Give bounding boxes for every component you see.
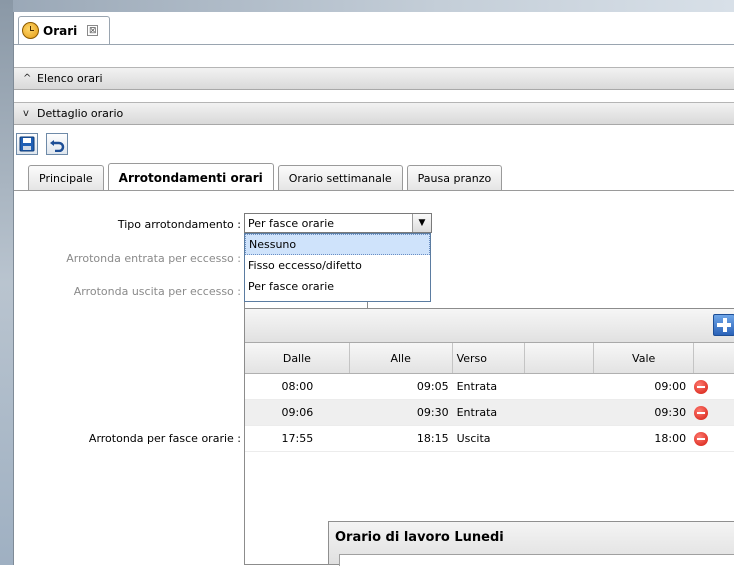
dialog-content [339,554,734,566]
detail-subtabs: Principale Arrotondamenti orari Orario s… [28,163,506,191]
orario-lunedi-dialog: Orario di lavoro Lunedi [328,521,734,566]
floppy-disk-icon [19,136,35,152]
column-header-verso[interactable]: Verso [453,343,526,373]
app-window: Orari ⊠ ^ Elenco orari v Dettaglio orari… [13,12,734,566]
save-button[interactable] [16,133,38,155]
column-header-actions [694,343,734,373]
tipo-arrotondamento-value: Per fasce orarie [248,216,335,230]
cell-vale: 09:00 [654,380,687,393]
cell-blank [525,374,594,399]
cell-actions [694,374,734,399]
cell-dalle: 09:06 [281,406,314,419]
table-row[interactable]: 17:55 18:15 Uscita 18:00 [245,426,734,452]
accordion-elenco-orari-label: Elenco orari [37,72,103,85]
table-row[interactable]: 09:06 09:30 Entrata 09:30 [245,400,734,426]
option-per-fasce-orarie[interactable]: Per fasce orarie [245,276,430,297]
arrotonda-fasce-label: Arrotonda per fasce orarie : [88,432,241,445]
cell-verso: Uscita [456,432,491,445]
option-fisso-eccesso-difetto[interactable]: Fisso eccesso/difetto [245,255,430,276]
detail-toolbar [14,133,68,157]
table-row[interactable]: 08:00 09:05 Entrata 09:00 [245,374,734,400]
tab-orario-settimanale[interactable]: Orario settimanale [277,165,403,191]
column-header-dalle[interactable]: Dalle [245,343,350,373]
accordion-elenco-orari[interactable]: ^ Elenco orari [14,67,734,90]
clock-icon [22,22,39,39]
cell-dalle: 08:00 [281,380,314,393]
remove-row-icon[interactable] [694,405,709,420]
column-header-blank[interactable] [525,343,595,373]
chevron-up-icon: ^ [23,73,32,84]
cell-verso: Entrata [456,406,498,419]
add-row-button[interactable] [713,314,734,336]
arrotonda-uscita-label: Arrotonda uscita per eccesso : [73,285,241,298]
cell-blank [525,426,594,451]
document-tab-strip: Orari ⊠ [14,12,734,45]
chevron-down-icon: v [23,108,29,119]
option-nessuno[interactable]: Nessuno [245,234,430,255]
cell-vale: 18:00 [654,432,687,445]
window-frame-left [0,0,13,565]
window-frame-top [0,0,734,12]
tipo-arrotondamento-dropdown: Nessuno Fisso eccesso/difetto Per fasce … [244,233,431,302]
column-header-alle[interactable]: Alle [350,343,453,373]
accordion-dettaglio-orario[interactable]: v Dettaglio orario [14,102,734,125]
tipo-arrotondamento-select[interactable]: Per fasce orarie ▼ [244,213,432,233]
cell-dalle: 17:55 [281,432,314,445]
undo-arrow-icon [50,140,65,152]
cell-verso: Entrata [456,380,498,393]
accordion-dettaglio-orario-label: Dettaglio orario [37,107,124,120]
cell-alle: 18:15 [416,432,449,445]
tab-pausa-pranzo[interactable]: Pausa pranzo [406,165,503,191]
tab-orari-label: Orari [43,23,78,38]
cell-alle: 09:05 [416,380,449,393]
tab-orari[interactable]: Orari ⊠ [18,16,110,44]
cell-actions [694,400,734,425]
cell-actions [694,426,734,451]
grid-header: Dalle Alle Verso Vale [245,343,734,374]
remove-row-icon[interactable] [694,431,709,446]
tipo-arrotondamento-label: Tipo arrotondamento : [117,218,241,231]
cell-alle: 09:30 [416,406,449,419]
undo-button[interactable] [46,133,68,155]
chevron-down-icon[interactable]: ▼ [412,214,431,232]
dialog-title: Orario di lavoro Lunedi [335,530,504,545]
remove-row-icon[interactable] [694,379,709,394]
cell-vale: 09:30 [654,406,687,419]
subtab-divider [14,190,734,191]
arrotonda-entrata-label: Arrotonda entrata per eccesso : [66,252,241,265]
tab-principale[interactable]: Principale [28,165,104,191]
close-icon[interactable]: ⊠ [87,25,99,36]
column-header-vale[interactable]: Vale [594,343,695,373]
cell-blank [525,400,594,425]
grid-toolbar [245,309,734,343]
tab-arrotondamenti-orari[interactable]: Arrotondamenti orari [107,163,274,191]
